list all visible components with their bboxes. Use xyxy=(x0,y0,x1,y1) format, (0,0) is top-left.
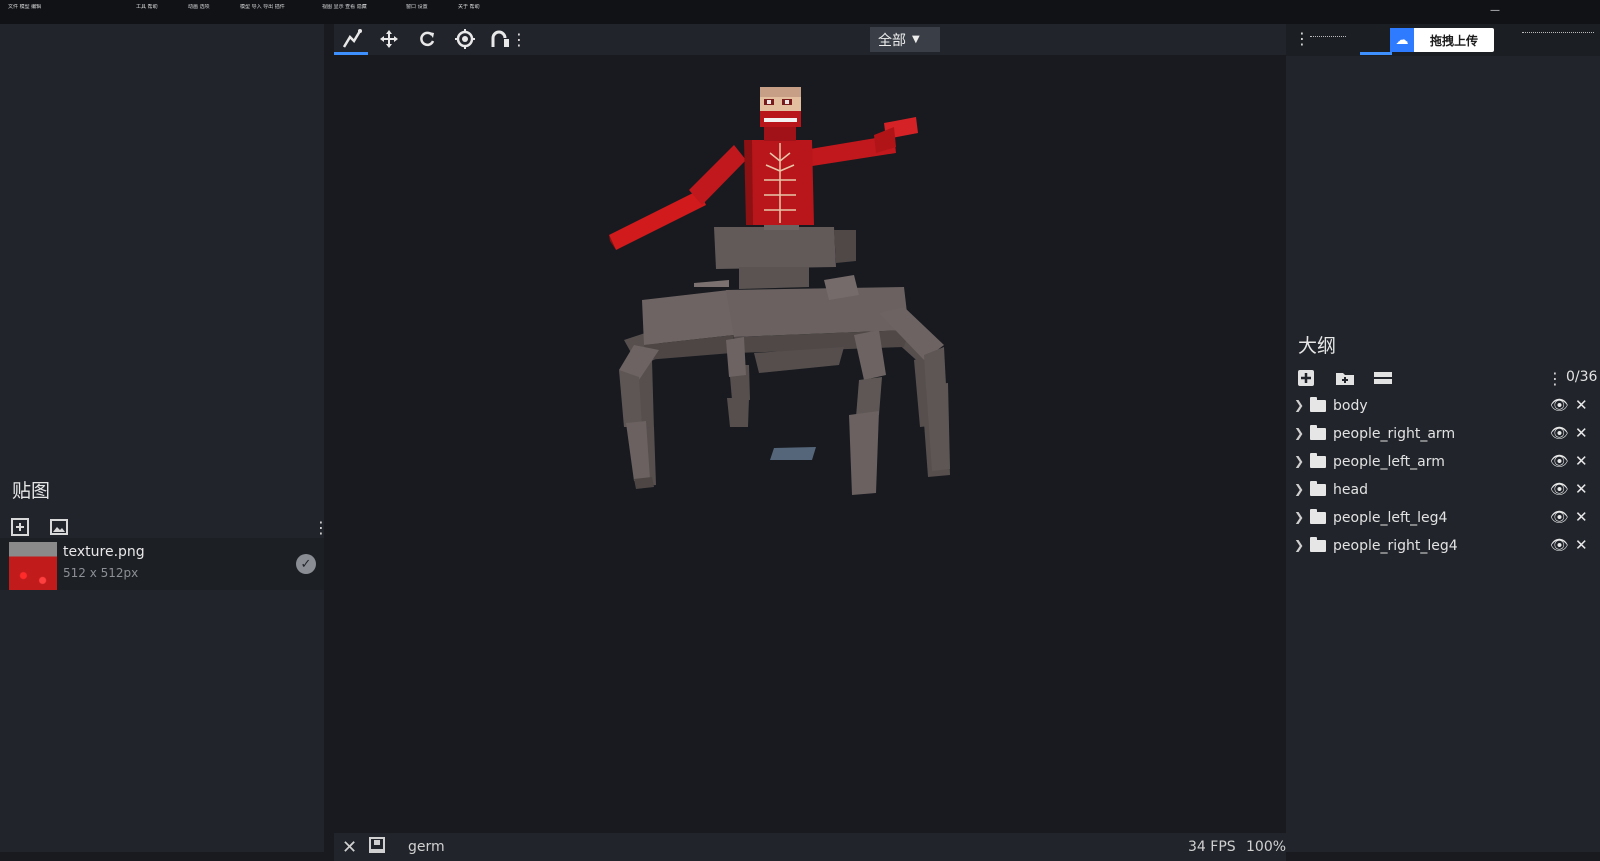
chevron-right-icon[interactable]: ❯ xyxy=(1294,538,1304,552)
outline-title: 大纲 xyxy=(1298,335,1337,357)
folder-icon xyxy=(1310,397,1326,412)
delete-icon[interactable]: ✕ xyxy=(1575,452,1588,470)
delete-icon[interactable]: ✕ xyxy=(1575,424,1588,442)
eye-icon[interactable]: 👁 xyxy=(1550,480,1569,498)
texture-thumbnail xyxy=(9,542,57,590)
eye-icon[interactable]: 👁 xyxy=(1550,452,1569,470)
menu-bar: 文件 模型 编辑 工具 帮助 动画 选项 模型 导入 导出 插件 视图 显示 查… xyxy=(0,0,1600,24)
upload-button[interactable]: ☁ 拖拽上传 xyxy=(1390,28,1494,52)
folder-icon xyxy=(1310,537,1326,552)
save-model-icon[interactable] xyxy=(368,836,386,858)
eye-icon[interactable]: 👁 xyxy=(1550,508,1569,526)
folder-icon xyxy=(1310,453,1326,468)
check-icon[interactable]: ✓ xyxy=(296,554,316,574)
chevron-right-icon[interactable]: ❯ xyxy=(1294,454,1304,468)
outline-group[interactable]: ❯ people_right_arm 👁 ✕ xyxy=(1286,422,1600,449)
upload-label: 拖拽上传 xyxy=(1430,33,1479,48)
tab-label[interactable] xyxy=(1310,36,1346,41)
menu-animate[interactable]: 动画 选项 xyxy=(188,4,228,10)
chevron-right-icon[interactable]: ❯ xyxy=(1294,510,1304,524)
collapse-all-icon[interactable] xyxy=(1372,368,1394,388)
menu-tools[interactable]: 工具 帮助 xyxy=(136,4,176,10)
texture-list-item[interactable]: texture.png 512 x 512px ✓ xyxy=(0,538,324,590)
folder-icon xyxy=(1310,425,1326,440)
close-icon[interactable]: ✕ xyxy=(342,837,357,858)
outline-group[interactable]: ❯ people_right_leg4 👁 ✕ xyxy=(1286,534,1600,561)
fps-counter: 34 FPS xyxy=(1188,839,1236,855)
tab-label-secondary[interactable] xyxy=(1522,32,1594,38)
chevron-right-icon[interactable]: ❯ xyxy=(1294,482,1304,496)
textures-menu-icon[interactable]: ⋮ xyxy=(313,516,329,538)
import-texture-icon[interactable] xyxy=(48,516,70,538)
chevron-down-icon: ▼ xyxy=(912,34,920,45)
group-name: body xyxy=(1333,398,1368,414)
model-name: germ xyxy=(408,839,445,855)
eye-icon[interactable]: 👁 xyxy=(1550,536,1569,554)
menu-view[interactable]: 视图 显示 查看 隐藏 xyxy=(322,4,392,10)
group-name: people_right_leg4 xyxy=(1333,538,1458,554)
tools-more-icon[interactable]: ⋮ xyxy=(511,26,527,52)
scope-select-value: 全部 xyxy=(878,32,906,49)
group-name: head xyxy=(1333,482,1368,498)
delete-icon[interactable]: ✕ xyxy=(1575,508,1588,526)
scope-select[interactable]: 全部 ▼ xyxy=(870,27,940,52)
outline-group[interactable]: ❯ people_left_leg4 👁 ✕ xyxy=(1286,506,1600,533)
left-sidebar xyxy=(0,24,324,852)
menu-help[interactable]: 关于 帮助 xyxy=(458,4,494,10)
folder-icon xyxy=(1310,509,1326,524)
eye-icon[interactable]: 👁 xyxy=(1550,424,1569,442)
group-name: people_left_arm xyxy=(1333,454,1445,470)
active-tab-indicator xyxy=(1360,52,1392,55)
outline-menu-icon[interactable]: ⋮ xyxy=(1547,368,1563,388)
rotate-icon[interactable] xyxy=(410,26,444,52)
delete-icon[interactable]: ✕ xyxy=(1575,480,1588,498)
minimize-icon[interactable]: — xyxy=(1490,6,1502,16)
menu-model[interactable]: 模型 导入 导出 插件 xyxy=(240,4,306,10)
delete-icon[interactable]: ✕ xyxy=(1575,536,1588,554)
chevron-right-icon[interactable]: ❯ xyxy=(1294,426,1304,440)
3d-viewport[interactable] xyxy=(334,55,1286,833)
add-cube-icon[interactable] xyxy=(1296,368,1316,388)
selection-count: 0/36 xyxy=(1566,369,1598,385)
texture-size: 512 x 512px xyxy=(63,566,139,580)
cloud-upload-icon: ☁ xyxy=(1390,28,1414,52)
tool-bar: ⋮ 全部 ▼ xyxy=(334,24,1286,55)
group-name: people_left_leg4 xyxy=(1333,510,1448,526)
folder-icon xyxy=(1310,481,1326,496)
model-render xyxy=(609,87,950,495)
chevron-right-icon[interactable]: ❯ xyxy=(1294,398,1304,412)
group-name: people_right_arm xyxy=(1333,426,1456,442)
outline-group[interactable]: ❯ head 👁 ✕ xyxy=(1286,478,1600,505)
move-icon[interactable] xyxy=(372,26,406,52)
eye-icon[interactable]: 👁 xyxy=(1550,396,1569,414)
add-texture-icon[interactable] xyxy=(9,516,31,538)
menu-file[interactable]: 文件 模型 编辑 xyxy=(8,4,118,10)
add-group-icon[interactable] xyxy=(1334,368,1356,388)
pivot-icon[interactable] xyxy=(448,26,482,52)
vertex-snap-icon[interactable] xyxy=(334,26,368,55)
texture-name: texture.png xyxy=(63,544,145,560)
panel-menu-icon[interactable]: ⋮ xyxy=(1294,29,1310,48)
status-bar: ✕ germ 34 FPS 100% xyxy=(334,833,1286,861)
outline-group[interactable]: ❯ people_left_arm 👁 ✕ xyxy=(1286,450,1600,477)
menu-window[interactable]: 窗口 设置 xyxy=(406,4,442,10)
zoom-level: 100% xyxy=(1246,839,1287,855)
delete-icon[interactable]: ✕ xyxy=(1575,396,1588,414)
outline-group[interactable]: ❯ body 👁 ✕ xyxy=(1286,394,1600,421)
textures-title: 贴图 xyxy=(12,480,51,502)
